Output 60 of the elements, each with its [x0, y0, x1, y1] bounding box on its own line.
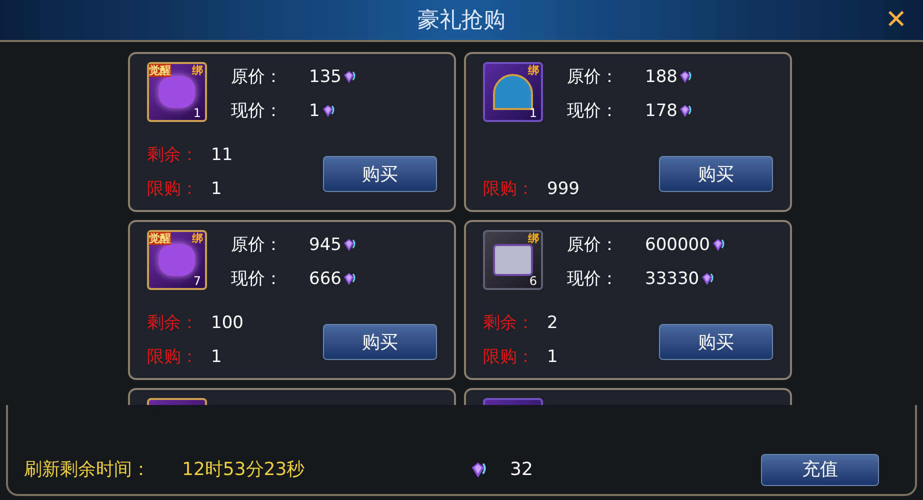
limit-label: 限购：	[147, 178, 199, 200]
buy-button[interactable]: 购买	[659, 324, 773, 360]
remaining-label: 剩余：	[147, 144, 199, 166]
limit-label: 限购：	[147, 346, 199, 368]
gem-icon	[677, 69, 694, 85]
current-price: 1	[309, 100, 320, 122]
remaining-label: 剩余：	[483, 312, 535, 334]
refresh-timer: 12时53分23秒	[182, 458, 306, 482]
item-quantity: 7	[193, 274, 201, 288]
item-icon[interactable]: 绑 6	[483, 230, 543, 290]
current-price: 178	[645, 100, 678, 122]
remaining-count: 2	[547, 312, 558, 334]
recharge-button[interactable]: 充值	[761, 454, 879, 486]
item-tag-label: 觉醒	[149, 232, 171, 245]
price-label: 原价：	[567, 234, 619, 256]
limit-count: 1	[211, 346, 222, 368]
gem-icon	[341, 271, 358, 287]
buy-button[interactable]: 购买	[323, 324, 437, 360]
gem-icon	[677, 103, 694, 119]
item-tag-label: 绑	[192, 232, 203, 245]
price-label: 现价：	[567, 268, 619, 290]
price-label: 现价：	[231, 268, 283, 290]
item-quantity: 6	[529, 274, 537, 288]
price-label: 原价：	[231, 234, 283, 256]
original-price: 135	[309, 66, 342, 88]
buy-button[interactable]: 购买	[659, 156, 773, 192]
price-label: 原价：	[567, 66, 619, 88]
gem-icon	[341, 69, 358, 85]
limit-count: 1	[547, 346, 558, 368]
item-quantity: 1	[193, 106, 201, 120]
remaining-label: 剩余：	[147, 312, 199, 334]
current-price: 666	[309, 268, 342, 290]
item-tag-label: 绑	[528, 232, 539, 245]
limit-label: 限购：	[483, 346, 535, 368]
balance-amount: 32	[510, 458, 533, 482]
window-title: 豪礼抢购	[418, 6, 506, 34]
item-tag-label: 绑	[528, 64, 539, 77]
current-price: 33330	[645, 268, 700, 290]
item-tag-label: 觉醒	[149, 64, 171, 77]
price-label: 现价：	[231, 100, 283, 122]
buy-button[interactable]: 购买	[323, 156, 437, 192]
item-tag-label: 绑	[192, 64, 203, 77]
price-label: 现价：	[567, 100, 619, 122]
item-icon[interactable]: 觉醒 绑 1	[147, 62, 207, 122]
gem-icon	[341, 237, 358, 253]
original-price: 945	[309, 234, 342, 256]
original-price: 188	[645, 66, 678, 88]
close-button[interactable]: ✕	[885, 5, 907, 35]
remaining-count: 11	[211, 144, 233, 166]
item-icon[interactable]: 绑 1	[483, 62, 543, 122]
gem-icon	[699, 271, 716, 287]
original-price: 600000	[645, 234, 710, 256]
refresh-label: 刷新剩余时间：	[24, 458, 151, 482]
remaining-count: 100	[211, 312, 244, 334]
limit-label: 限购：	[483, 178, 535, 200]
item-icon[interactable]: 觉醒 绑 7	[147, 230, 207, 290]
item-quantity: 1	[529, 106, 537, 120]
limit-count: 999	[547, 178, 580, 200]
price-label: 原价：	[231, 66, 283, 88]
limit-count: 1	[211, 178, 222, 200]
